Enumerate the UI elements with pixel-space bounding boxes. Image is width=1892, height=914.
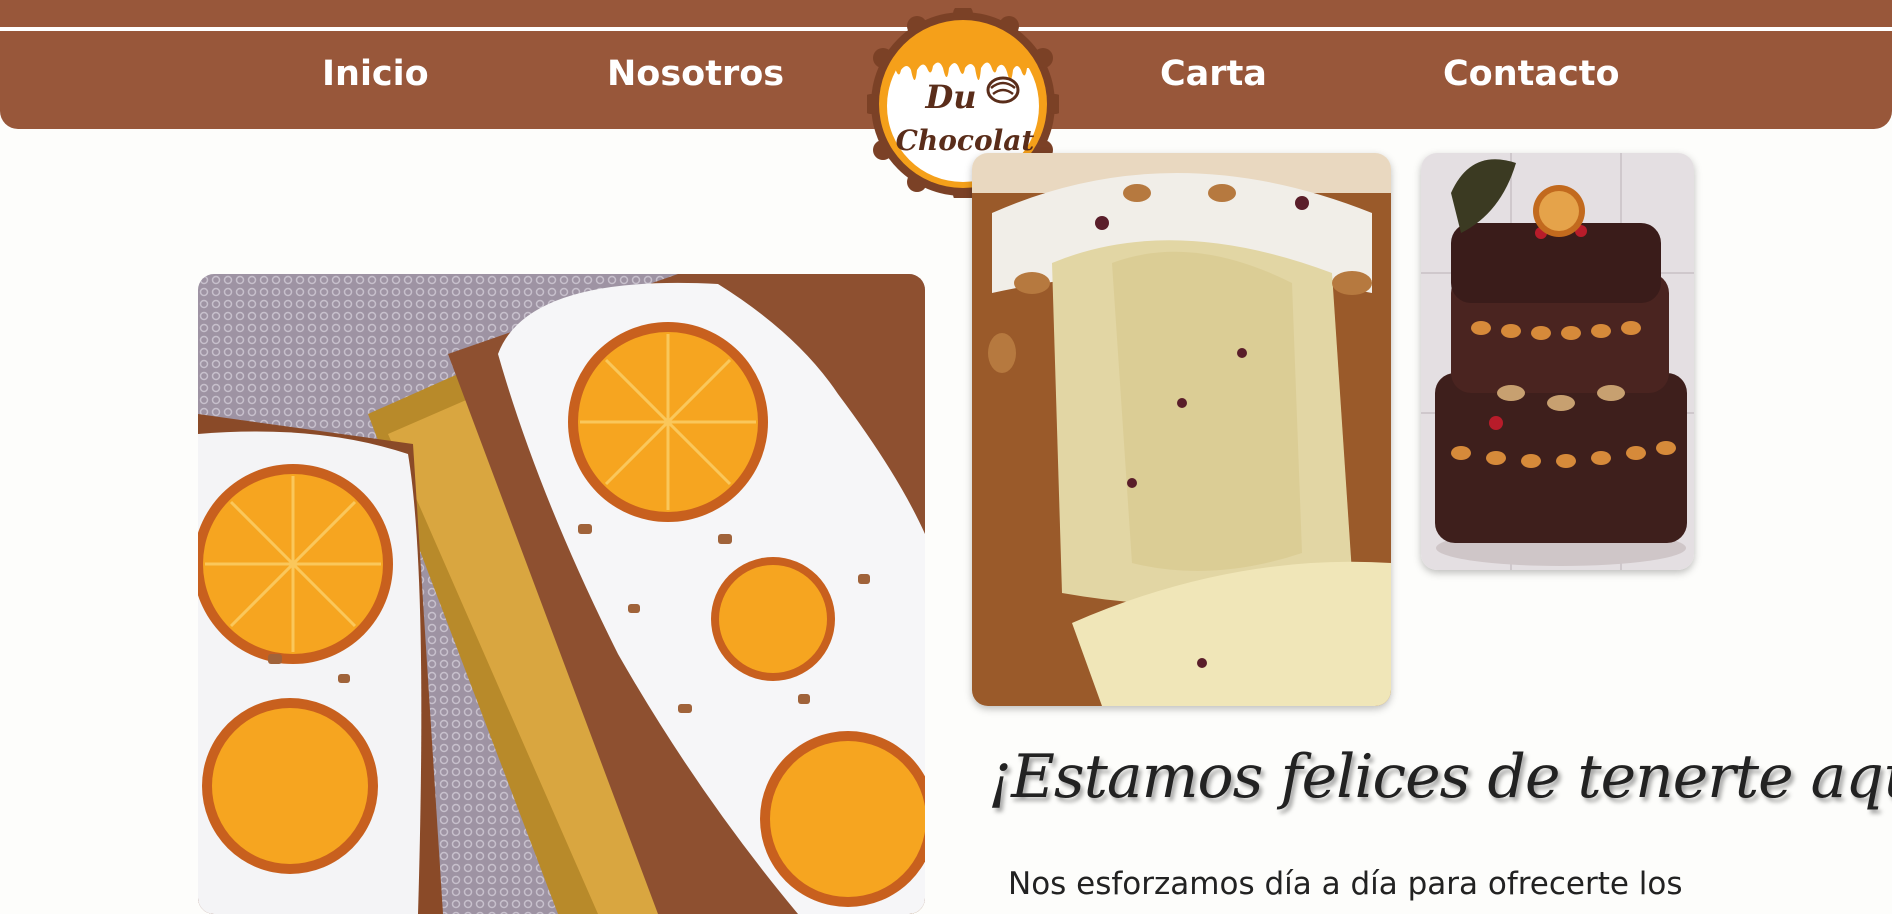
logo-text-du: Du (924, 78, 976, 116)
photo-orange-loaf (198, 274, 925, 914)
nav-link-nosotros[interactable]: Nosotros (607, 54, 784, 94)
nav-link-contacto[interactable]: Contacto (1443, 54, 1620, 94)
photo-chocolate-cake (1421, 153, 1694, 570)
welcome-heading: ¡Estamos felices de tenerte aquí! (988, 742, 1892, 812)
nav-link-inicio[interactable]: Inicio (322, 54, 429, 94)
intro-paragraph: Nos esforzamos día a día para ofrecerte … (1008, 866, 1683, 902)
nav-link-carta[interactable]: Carta (1160, 54, 1267, 94)
photo-panettone (972, 153, 1391, 706)
truffle-icon (986, 76, 1020, 104)
